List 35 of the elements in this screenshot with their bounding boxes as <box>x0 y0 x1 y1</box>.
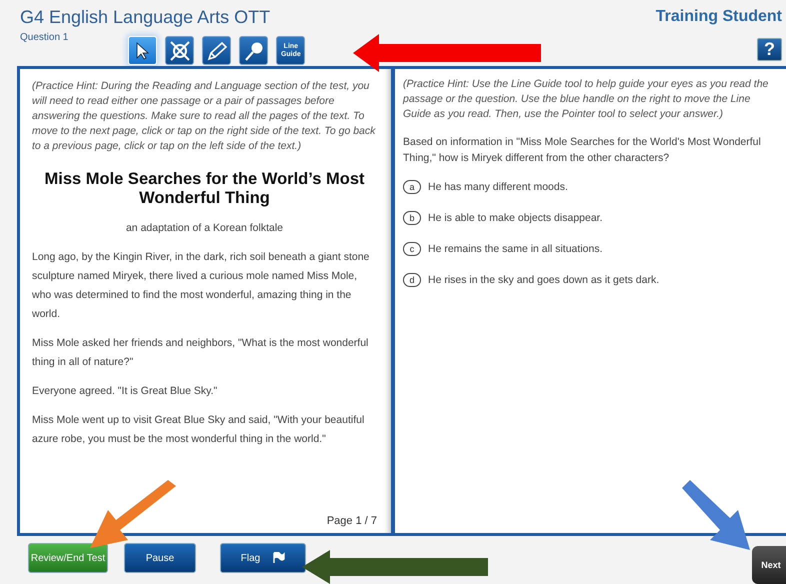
pen-icon <box>206 40 228 62</box>
passage-paragraph: Miss Mole asked her friends and neighbors, "What is the most wonderful thing in all of nature?" <box>32 336 370 370</box>
practice-hint: (Practice Hint: During the Reading and Language section of the test, you will need to read either one passage or a pair of passages before answering the questions. Make sure to read all the pages of the text. To move to the next page, click or tap on the right side of the text. To go back to a previous page, click or tap on the left side of the text.) <box>32 79 377 154</box>
flag-button[interactable]: Flag <box>220 543 306 573</box>
tool-button[interactable] <box>239 36 268 65</box>
option-letter[interactable]: a <box>403 180 421 194</box>
option-letter[interactable]: c <box>403 242 421 256</box>
passage-paragraph: Miss Mole went up to visit Great Blue Sky and said, "With your beautiful azure robe, you must be the most wonderful thing in the world." <box>32 413 366 447</box>
user-name: Training Student <box>656 7 782 27</box>
next-button[interactable]: Next <box>752 546 786 584</box>
arrow-drawing <box>680 480 752 552</box>
question-number: Question 1 <box>20 32 68 43</box>
question-text: Based on information in "Miss Mole Searches for the World's Most Wonderful Thing," how is Miryek different from the other characters? <box>403 135 762 166</box>
passage-paragraph: Everyone agreed. "It is Great Blue Sky." <box>32 384 218 399</box>
pointer-icon <box>134 42 151 60</box>
crossed-circle-icon <box>168 40 191 62</box>
practice-hint: (Practice Hint: Use the Line Guide tool to help guide your eyes as you read the passage or the question. Use the blue handle on the right to move the Line Guide as you read. Then, use the Pointer tool to select your answer.) <box>403 77 770 122</box>
help-button[interactable]: ? <box>757 38 782 61</box>
passage-paragraph: Long ago, by the Kingin River, in the dark, rich soil beneath a giant stone sculpture named Miryek, there lived a curious mole named Miss Mole, who was determined to find the most wonderful, amazing thing in the world. <box>32 250 370 322</box>
passage-title: Miss Mole Searches for the World’s Most Wonderful Thing <box>44 170 366 208</box>
option-text: He rises in the sky and goes down as it gets dark. <box>428 274 660 286</box>
option-text: He has many different moods. <box>428 181 568 193</box>
magnifier-icon <box>242 40 265 62</box>
review-end-button[interactable]: Review/End Test <box>28 543 108 573</box>
option-text: He is able to make objects disappear. <box>428 212 603 224</box>
option-text: He remains the same in all situations. <box>428 243 602 255</box>
pause-button[interactable]: Pause <box>124 543 196 573</box>
tool-button[interactable] <box>202 36 232 65</box>
option-letter[interactable]: b <box>403 211 421 225</box>
test-title: G4 English Language Arts OTT <box>20 6 272 28</box>
tool-button[interactable] <box>165 36 194 65</box>
option-letter[interactable]: d <box>403 273 421 287</box>
flag-icon <box>272 552 286 564</box>
passage-subtitle: an adaptation of a Korean folktale <box>124 222 284 234</box>
page-number: Page 1 / 7 <box>326 515 377 527</box>
